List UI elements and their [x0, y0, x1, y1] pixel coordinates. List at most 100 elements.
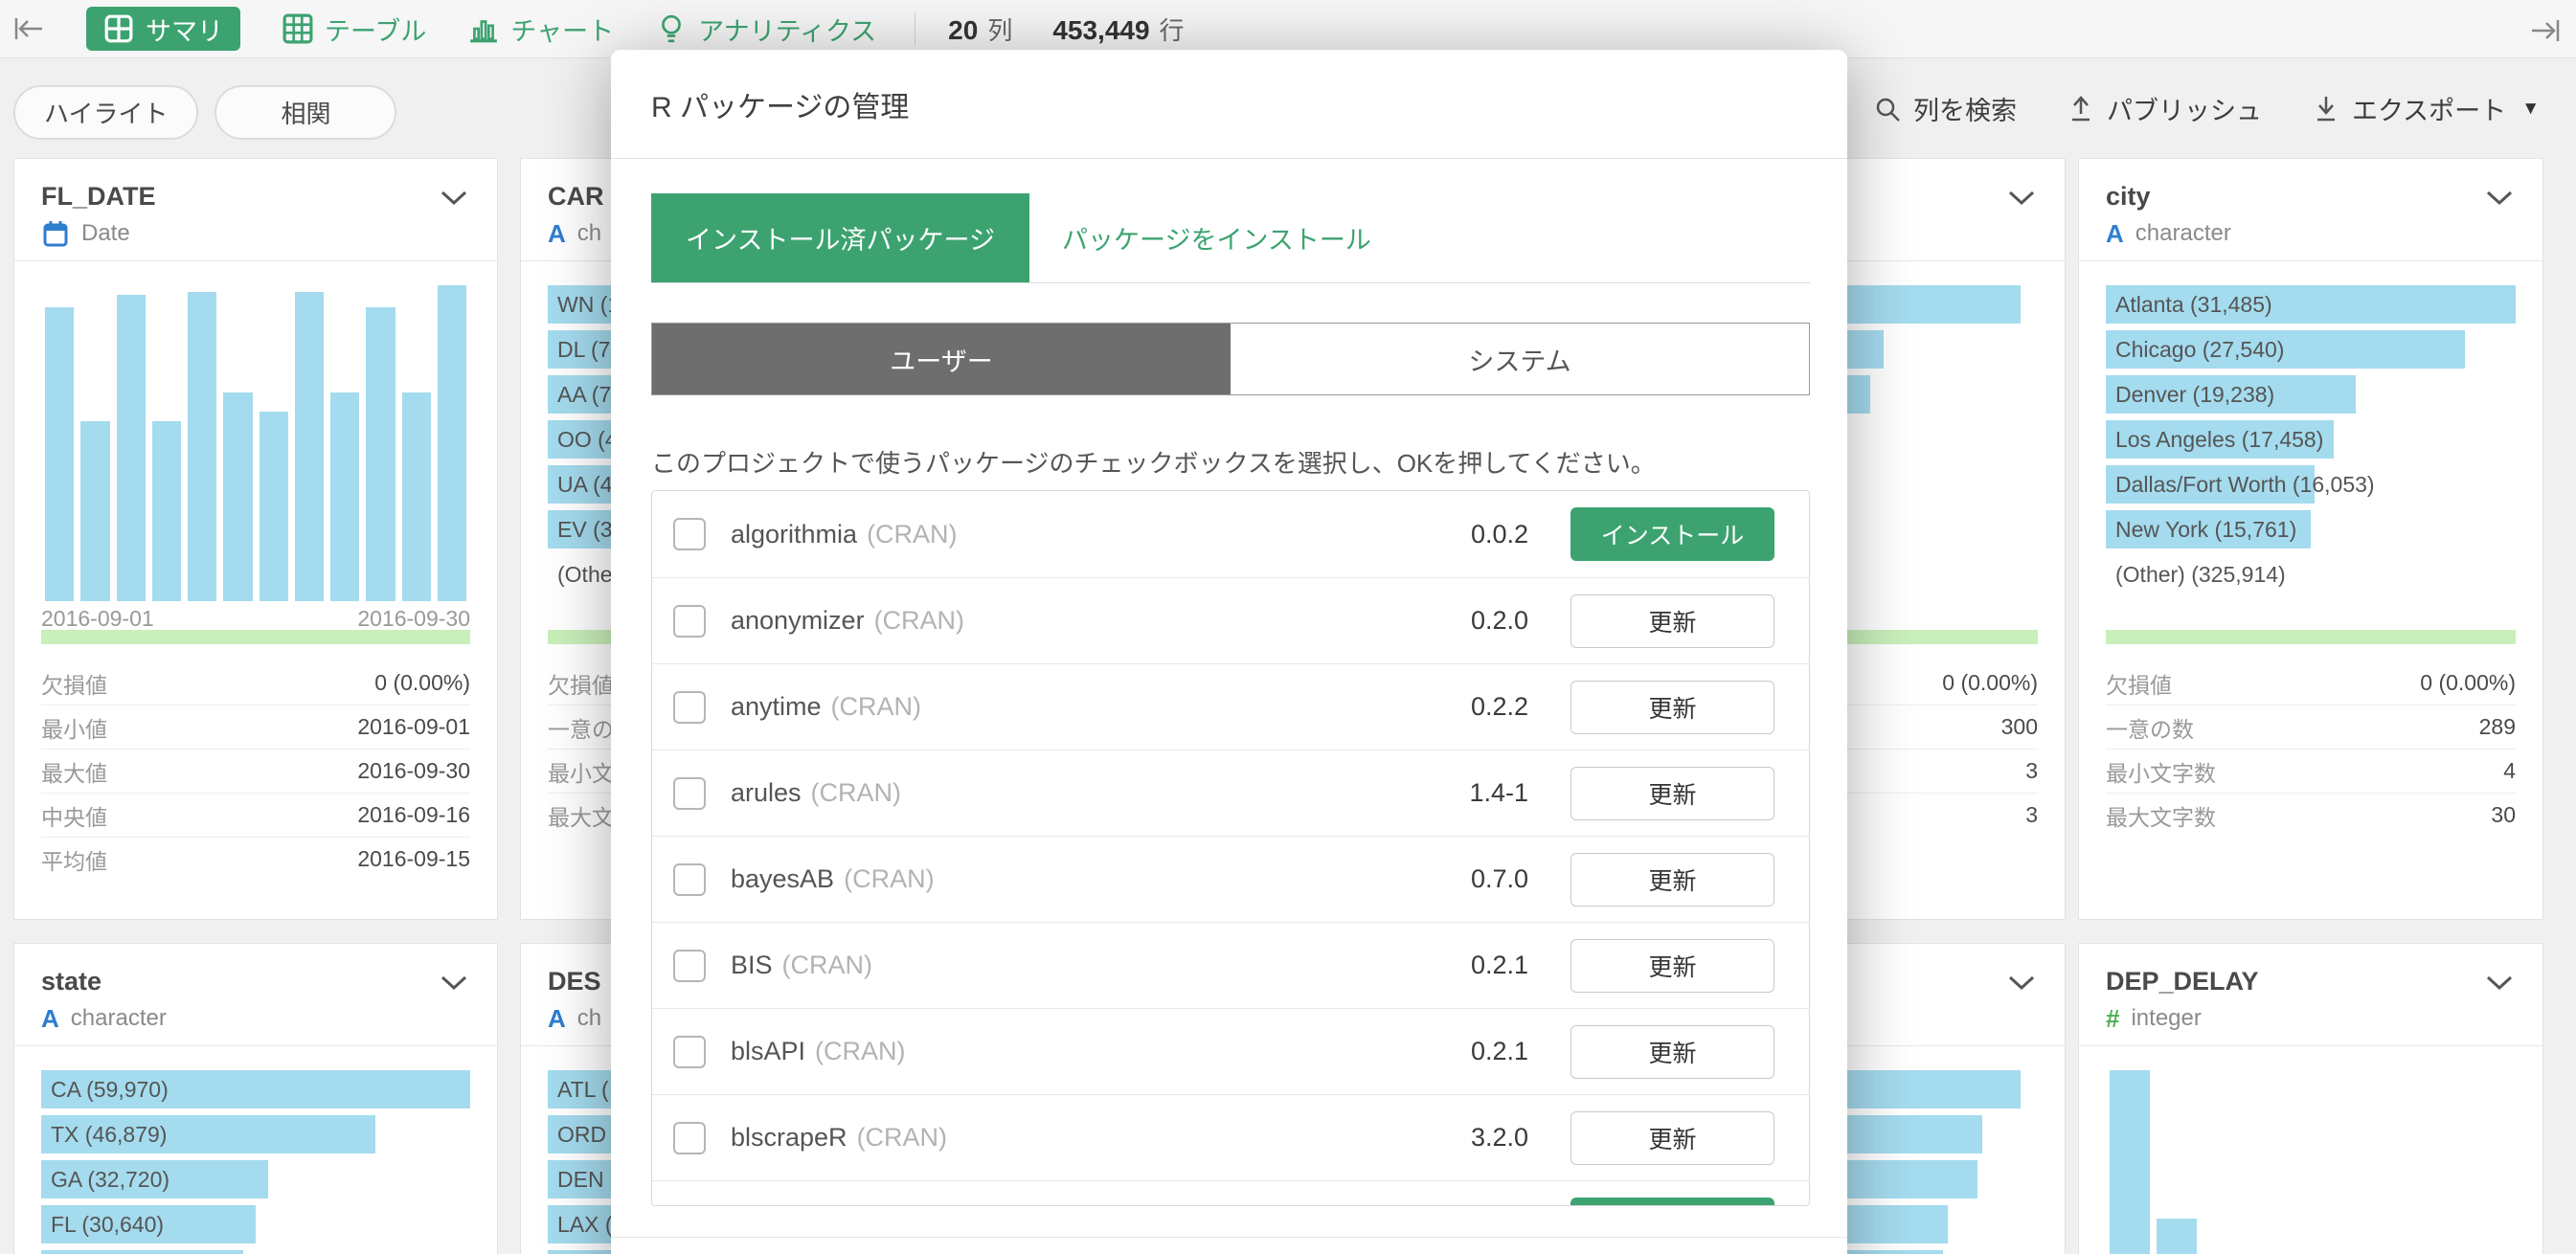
chevron-down-icon[interactable] [440, 974, 468, 992]
update-button[interactable]: 更新 [1570, 939, 1774, 993]
update-button[interactable]: 更新 [1570, 767, 1774, 820]
view-tab-3[interactable]: アナリティクス [656, 11, 876, 48]
column-card-DEP_DELAY: DEP_DELAY#integer [2078, 943, 2543, 1254]
package-source: (CRAN) [831, 692, 922, 722]
stat-value: 4 [2503, 758, 2516, 784]
columns-count: 20 [948, 15, 978, 46]
package-name: blscrapeR [731, 1123, 847, 1153]
package-checkbox[interactable] [673, 777, 706, 810]
category-bar-label: (Other) (325,914) [2106, 562, 2286, 588]
package-checkbox[interactable] [673, 1122, 706, 1154]
category-bar: Atlanta (31,485) [2106, 285, 2516, 324]
table-icon [282, 13, 313, 44]
pill-1[interactable]: 相関 [215, 85, 396, 140]
export-icon [2312, 94, 2340, 124]
dialog-tab-0[interactable]: インストール済パッケージ [651, 193, 1029, 282]
category-bar: TX (46,879) [41, 1115, 375, 1153]
package-version: 1.4-1 [1469, 778, 1528, 808]
character-icon: A [548, 1004, 566, 1034]
character-icon: A [548, 219, 566, 249]
column-type-label: Date [81, 220, 130, 247]
stat-label: 最小値 [41, 711, 107, 744]
package-source: (CRAN) [874, 606, 965, 636]
collapse-right-icon[interactable] [2528, 13, 2563, 48]
histogram-bar [260, 412, 288, 601]
package-checkbox[interactable] [673, 605, 706, 638]
category-bar-label: ATL ( [548, 1077, 609, 1103]
lightbulb-icon [656, 13, 687, 44]
package-row: blscrapeR(CRAN)3.2.0更新 [652, 1094, 1809, 1180]
chevron-down-icon[interactable] [2485, 190, 2514, 207]
column-type-label: integer [2131, 1005, 2201, 1032]
update-button[interactable]: 更新 [1570, 594, 1774, 648]
scope-toggle: ユーザーシステム [651, 323, 1810, 395]
column-type: Acharacter [2106, 219, 2516, 248]
action-0[interactable]: 列を検索 [1873, 90, 2017, 127]
package-checkbox[interactable] [673, 1036, 706, 1068]
stat-row: 欠損値0 (0.00%) [2106, 661, 2516, 705]
category-bar-label: AA (7 [548, 382, 611, 408]
package-name: blsAPI [731, 1037, 805, 1066]
update-button[interactable]: 更新 [1570, 681, 1774, 734]
package-checkbox[interactable] [673, 518, 706, 550]
action-2[interactable]: エクスポート▼ [2312, 90, 2540, 127]
chevron-down-icon[interactable] [2007, 190, 2036, 207]
column-card-header: cityAcharacter [2079, 159, 2542, 261]
scope-system[interactable]: システム [1231, 324, 1809, 394]
package-checkbox[interactable] [673, 863, 706, 896]
package-name: algorithmia [731, 520, 857, 549]
bar-row: Los Angeles (17,458) [2106, 420, 2516, 459]
column-card-body: 2016-09-012016-09-30欠損値0 (0.00%)最小値2016-… [41, 261, 470, 919]
histogram-bar [223, 392, 252, 601]
action-1[interactable]: パブリッシュ [2067, 90, 2262, 127]
install-button[interactable]: インストール [1570, 507, 1774, 561]
column-card-body [2106, 1046, 2516, 1254]
package-source: (CRAN) [867, 520, 958, 549]
valid-values-bar [2106, 630, 2516, 644]
action-label: エクスポート [2352, 90, 2506, 127]
column-card-body: CA (59,970)TX (46,879)GA (32,720)FL (30,… [41, 1046, 470, 1254]
dialog-tab-1[interactable]: パッケージをインストール [1062, 193, 1371, 282]
pill-0[interactable]: ハイライト [13, 85, 198, 140]
dialog-footer-divider [611, 1237, 1847, 1238]
chevron-down-icon[interactable] [2007, 974, 2036, 992]
category-bar-label: New York (15,761) [2106, 517, 2296, 543]
package-row: arules(CRAN)1.4-1更新 [652, 750, 1809, 836]
package-checkbox[interactable] [673, 950, 706, 982]
category-bar-label: Los Angeles (17,458) [2106, 427, 2323, 453]
package-source: (CRAN) [857, 1123, 948, 1153]
view-tab-2[interactable]: チャート [468, 11, 614, 48]
chevron-down-icon[interactable] [2485, 974, 2514, 992]
collapse-left-icon[interactable] [11, 11, 46, 46]
category-bar: Dallas/Fort Worth (16,053) [2106, 465, 2315, 504]
valid-values-bar [41, 630, 470, 644]
view-tab-1[interactable]: テーブル [282, 11, 426, 48]
view-tab-0[interactable]: サマリ [86, 7, 240, 51]
bar-row: TX (46,879) [41, 1115, 470, 1153]
package-source: (CRAN) [844, 864, 935, 894]
stat-row: 最小文字数4 [2106, 749, 2516, 793]
histogram-bar [295, 292, 324, 601]
update-button[interactable]: 更新 [1570, 1025, 1774, 1079]
install-button[interactable]: インストール [1570, 1198, 1774, 1207]
package-row: blsAPI(CRAN)0.2.1更新 [652, 1008, 1809, 1094]
bar-row: (Other) (325,914) [2106, 555, 2516, 593]
r-package-manager-dialog: R パッケージの管理 インストール済パッケージパッケージをインストール ユーザー… [611, 50, 1847, 1254]
view-tab-label: テーブル [325, 11, 426, 48]
view-tab-label: サマリ [146, 11, 223, 48]
category-bar: Denver (19,238) [2106, 375, 2356, 414]
update-button[interactable]: 更新 [1570, 1111, 1774, 1165]
update-button[interactable]: 更新 [1570, 853, 1774, 907]
column-type-label: ch [577, 220, 601, 247]
package-checkbox[interactable] [673, 691, 706, 724]
scope-user[interactable]: ユーザー [652, 324, 1231, 394]
column-title: state [41, 967, 470, 996]
column-card-header: stateAcharacter [14, 944, 497, 1046]
package-version: 0.2.1 [1471, 951, 1528, 980]
histogram-bar [2110, 1070, 2150, 1254]
category-bar: GA (32,720) [41, 1160, 268, 1198]
chevron-down-icon[interactable] [440, 190, 468, 207]
stat-value: 30 [2491, 802, 2516, 828]
category-bar-label: Atlanta (31,485) [2106, 292, 2272, 318]
category-bar-label: Dallas/Fort Worth (16,053) [2106, 472, 2375, 498]
